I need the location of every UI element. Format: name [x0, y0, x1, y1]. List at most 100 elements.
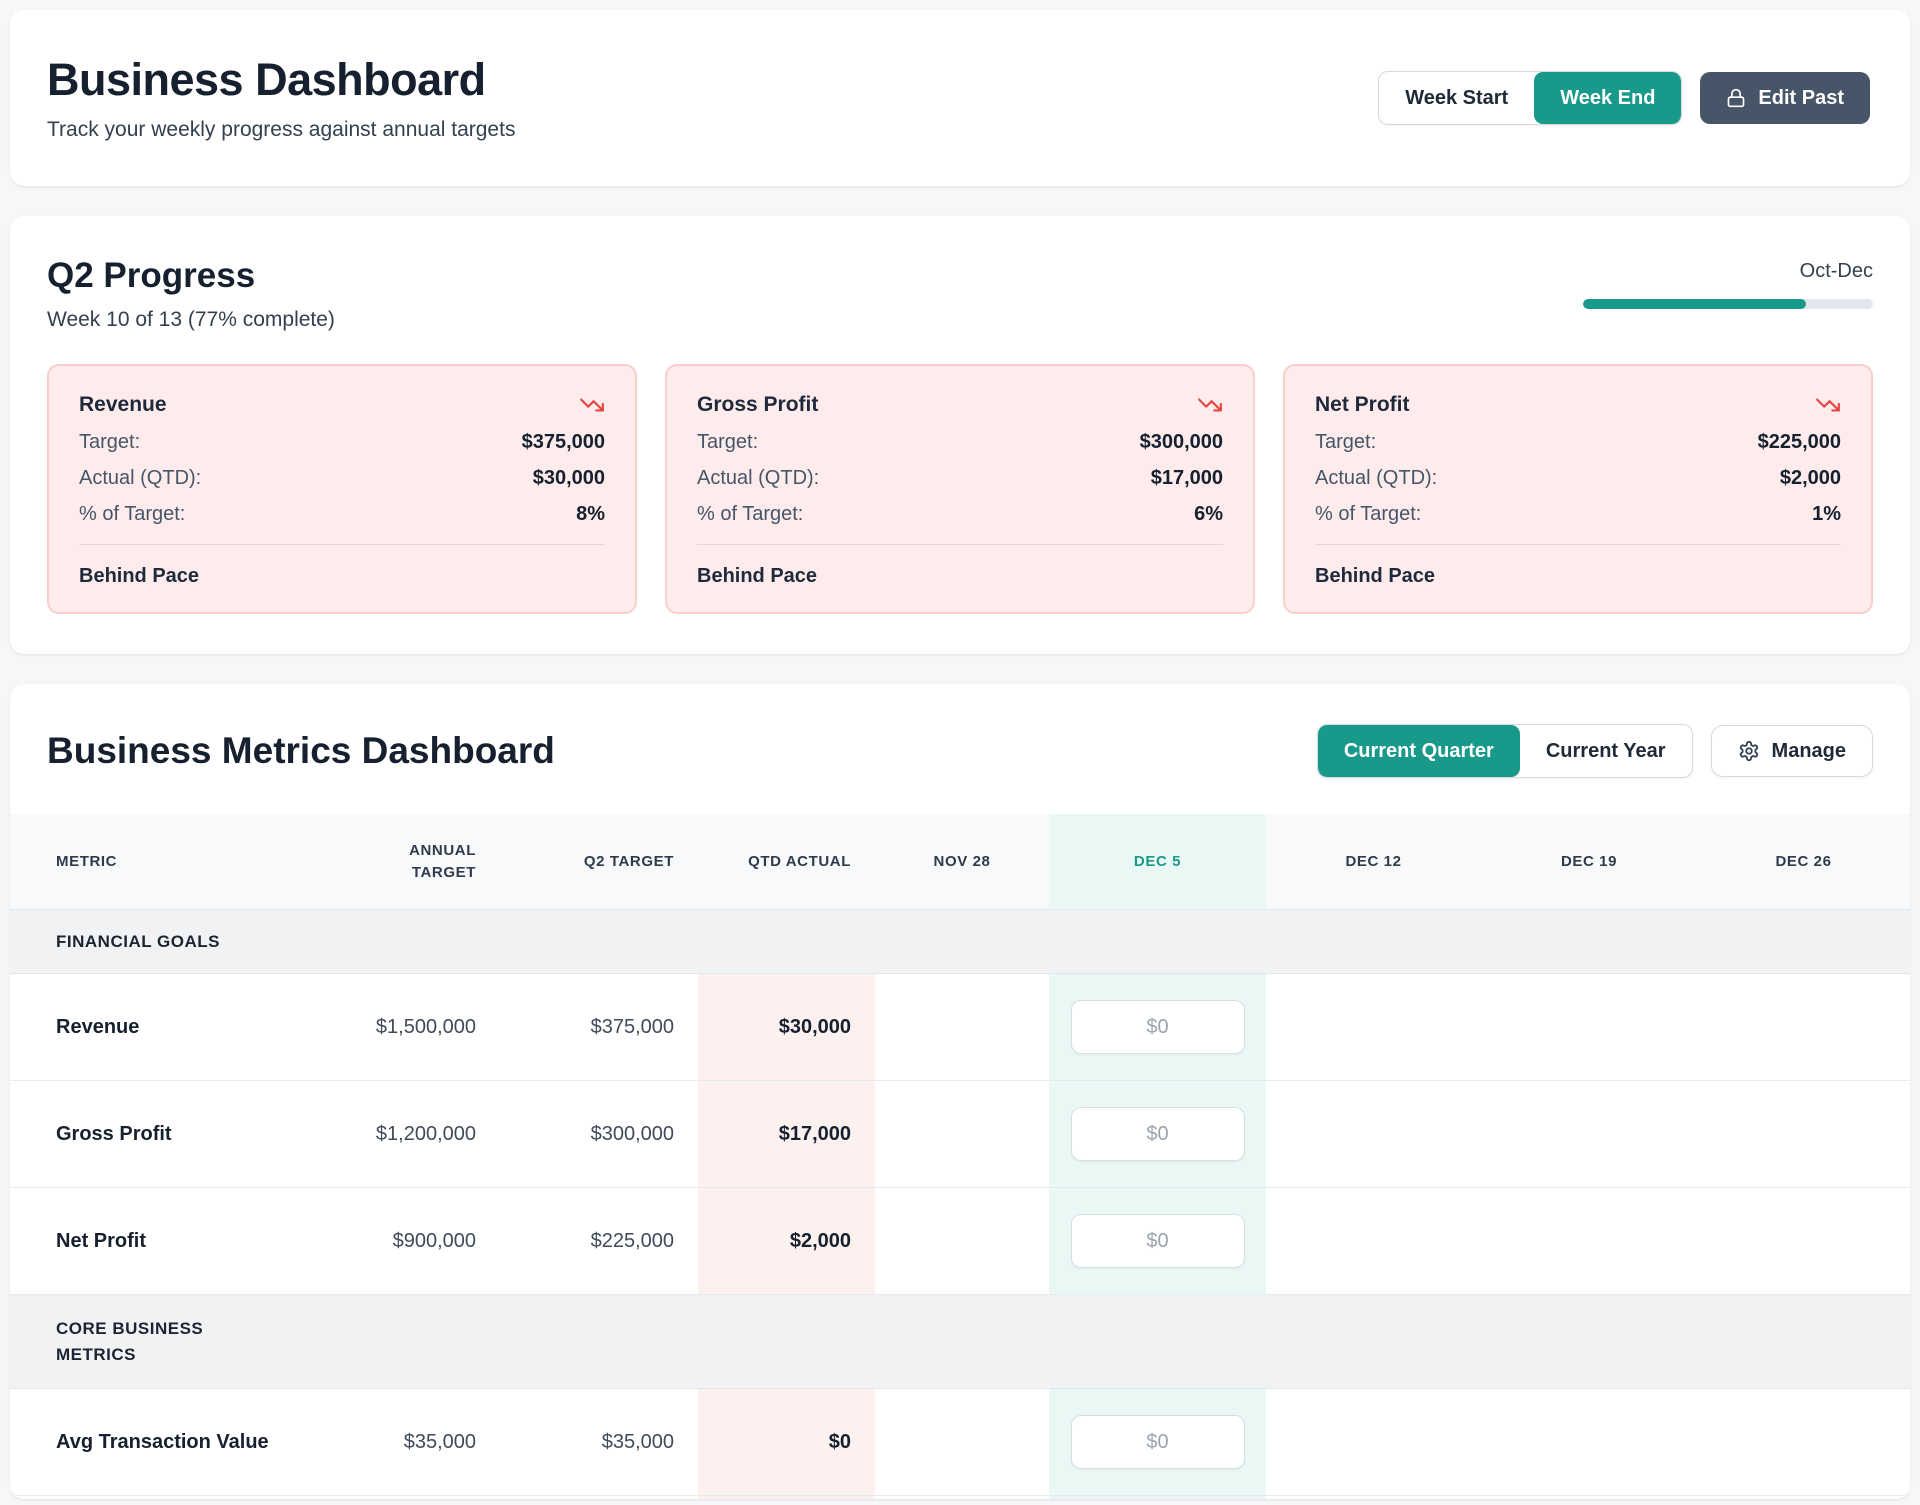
kpi-target-value: $375,000 — [522, 431, 605, 454]
metrics-table-header-row: METRIC ANNUAL TARGET Q2 TARGET QTD ACTUA… — [10, 814, 1910, 910]
kpi-divider — [1315, 544, 1841, 545]
lock-icon — [1726, 88, 1746, 108]
kpi-target-value: $225,000 — [1758, 431, 1841, 454]
kpi-name: Net Profit — [1315, 393, 1410, 417]
metrics-dashboard-title: Business Metrics Dashboard — [47, 730, 555, 772]
kpi-target-value: $300,000 — [1140, 431, 1223, 454]
col-header-dec-12: DEC 12 — [1266, 814, 1481, 909]
page-subtitle: Track your weekly progress against annua… — [47, 118, 515, 142]
week-value-input[interactable] — [1071, 1214, 1245, 1268]
week-cell-dec-12 — [1266, 974, 1481, 1080]
kpi-status-badge: Behind Pace — [697, 565, 1223, 588]
trending-down-icon — [1815, 392, 1841, 418]
week-cell-nov-28 — [875, 1188, 1049, 1294]
annual-target-cell: $1,500,000 — [305, 974, 500, 1080]
metric-name-cell: Avg Transaction Value — [10, 1389, 305, 1495]
kpi-actual-label: Actual (QTD): — [79, 467, 201, 490]
q2-progress-bar-fill — [1583, 299, 1806, 309]
edit-past-button[interactable]: Edit Past — [1700, 72, 1870, 124]
week-value-input[interactable] — [1071, 1415, 1245, 1469]
header-controls: Week Start Week End Edit Past — [1378, 71, 1870, 125]
week-start-button[interactable]: Week Start — [1379, 72, 1534, 124]
week-cell-dec-19 — [1481, 1389, 1697, 1495]
gear-icon — [1738, 740, 1760, 762]
annual-target-cell: $1,200,000 — [305, 1081, 500, 1187]
metrics-dashboard-section: Business Metrics Dashboard Current Quart… — [10, 684, 1910, 1499]
kpi-pct-value: 8% — [576, 503, 605, 526]
kpi-status-badge: Behind Pace — [79, 565, 605, 588]
page-header: Business Dashboard Track your weekly pro… — [10, 10, 1910, 186]
manage-button[interactable]: Manage — [1711, 725, 1873, 777]
q2-target-cell: $225,000 — [500, 1188, 698, 1294]
col-header-dec-26: DEC 26 — [1697, 814, 1910, 909]
week-cell-dec-5 — [1049, 1081, 1266, 1187]
section-row-core-business-metrics: CORE BUSINESS METRICS — [10, 1295, 1910, 1389]
annual-target-cell: $35,000 — [305, 1389, 500, 1495]
week-cell-dec-26 — [1697, 1188, 1910, 1294]
current-year-button[interactable]: Current Year — [1520, 725, 1692, 777]
kpi-pct-value: 6% — [1194, 503, 1223, 526]
col-header-annual-target: ANNUAL TARGET — [305, 814, 500, 909]
manage-label: Manage — [1772, 740, 1846, 763]
metric-name-cell: Net Profit — [10, 1188, 305, 1294]
col-header-qtd-actual: QTD ACTUAL — [698, 814, 875, 909]
table-row-revenue: Revenue $1,500,000 $375,000 $30,000 — [10, 974, 1910, 1081]
table-row-partial — [10, 1496, 1910, 1499]
week-cell-nov-28 — [875, 1389, 1049, 1495]
week-cell-nov-28 — [875, 1081, 1049, 1187]
kpi-pct-label: % of Target: — [697, 503, 803, 526]
metric-name-cell: Gross Profit — [10, 1081, 305, 1187]
page-header-text: Business Dashboard Track your weekly pro… — [47, 54, 515, 142]
week-cell-dec-5 — [1049, 974, 1266, 1080]
trending-down-icon — [579, 392, 605, 418]
kpi-target-label: Target: — [697, 431, 758, 454]
qtd-actual-cell: $2,000 — [698, 1188, 875, 1294]
week-value-input[interactable] — [1071, 1000, 1245, 1054]
q2-progress-titles: Q2 Progress Week 10 of 13 (77% complete) — [47, 256, 335, 332]
metrics-table: METRIC ANNUAL TARGET Q2 TARGET QTD ACTUA… — [10, 814, 1910, 1499]
kpi-target-label: Target: — [79, 431, 140, 454]
annual-target-cell: $900,000 — [305, 1188, 500, 1294]
kpi-pct-value: 1% — [1812, 503, 1841, 526]
kpi-actual-label: Actual (QTD): — [697, 467, 819, 490]
q2-progress-section: Q2 Progress Week 10 of 13 (77% complete)… — [10, 216, 1910, 654]
week-cell-dec-12 — [1266, 1081, 1481, 1187]
kpi-card-net-profit: Net Profit Target:$225,000 Actual (QTD):… — [1283, 364, 1873, 614]
table-row-gross-profit: Gross Profit $1,200,000 $300,000 $17,000 — [10, 1081, 1910, 1188]
week-end-button[interactable]: Week End — [1534, 72, 1681, 124]
week-cell-dec-19 — [1481, 1188, 1697, 1294]
col-header-dec-19: DEC 19 — [1481, 814, 1697, 909]
section-label: CORE BUSINESS METRICS — [10, 1295, 1910, 1388]
q2-period-label: Oct-Dec — [1800, 260, 1873, 283]
week-cell-dec-19 — [1481, 974, 1697, 1080]
kpi-actual-value: $30,000 — [533, 467, 605, 490]
kpi-actual-value: $17,000 — [1151, 467, 1223, 490]
week-toggle: Week Start Week End — [1378, 71, 1682, 125]
qtd-actual-cell: $30,000 — [698, 974, 875, 1080]
kpi-pct-label: % of Target: — [1315, 503, 1421, 526]
q2-target-cell: $300,000 — [500, 1081, 698, 1187]
kpi-card-gross-profit: Gross Profit Target:$300,000 Actual (QTD… — [665, 364, 1255, 614]
q2-target-cell: $375,000 — [500, 974, 698, 1080]
week-cell-dec-12 — [1266, 1389, 1481, 1495]
table-row-net-profit: Net Profit $900,000 $225,000 $2,000 — [10, 1188, 1910, 1295]
q2-progress-bar — [1583, 299, 1873, 309]
q2-progress-title: Q2 Progress — [47, 256, 335, 296]
week-cell-dec-5 — [1049, 1188, 1266, 1294]
kpi-divider — [79, 544, 605, 545]
current-quarter-button[interactable]: Current Quarter — [1318, 725, 1520, 777]
edit-past-label: Edit Past — [1758, 87, 1844, 110]
page-title: Business Dashboard — [47, 54, 515, 106]
kpi-name: Revenue — [79, 393, 167, 417]
col-header-metric: METRIC — [10, 814, 305, 909]
section-row-financial-goals: FINANCIAL GOALS — [10, 910, 1910, 974]
week-cell-dec-26 — [1697, 1389, 1910, 1495]
col-header-dec-5: DEC 5 — [1049, 814, 1266, 909]
metric-name-cell: Revenue — [10, 974, 305, 1080]
q2-period-block: Oct-Dec — [1583, 256, 1873, 309]
table-row-avg-transaction-value: Avg Transaction Value $35,000 $35,000 $0 — [10, 1389, 1910, 1496]
week-cell-dec-26 — [1697, 974, 1910, 1080]
kpi-target-label: Target: — [1315, 431, 1376, 454]
week-value-input[interactable] — [1071, 1107, 1245, 1161]
col-header-nov-28: NOV 28 — [875, 814, 1049, 909]
